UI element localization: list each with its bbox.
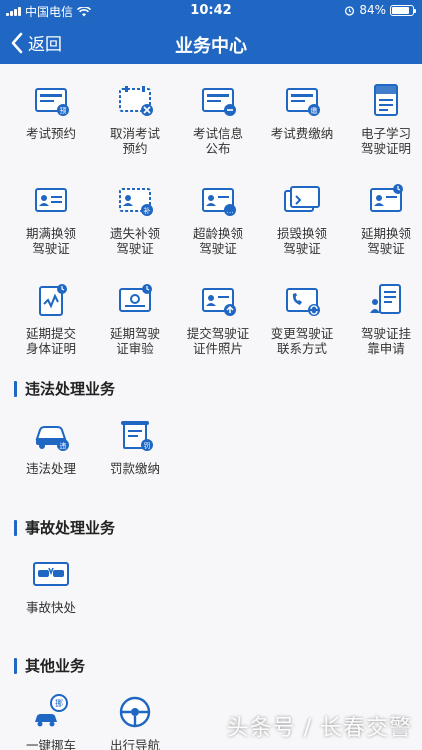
section-title-text: 违法处理业务 <box>25 380 116 398</box>
service-label: 延期换领 驾驶证 <box>360 226 411 256</box>
status-right: 84% <box>344 3 416 17</box>
exam-appointment-icon: 预 <box>35 88 69 116</box>
health-proof-icon <box>39 284 67 316</box>
service-label: 变更驾驶证 联系方式 <box>270 326 334 356</box>
service-label: 超龄换领 驾驶证 <box>192 226 243 256</box>
svg-text:预: 预 <box>60 106 67 115</box>
service-item[interactable]: 变更驾驶证 联系方式 <box>260 280 344 356</box>
service-item[interactable]: 期满换领 驾驶证 <box>9 180 93 256</box>
photo-submit-icon <box>202 288 236 316</box>
service-label: 一键挪车 <box>25 738 76 750</box>
service-label: 出行导航 <box>109 738 160 750</box>
nav-bar: 返回 业务中心 <box>0 22 422 64</box>
e-learning-icon <box>374 84 398 116</box>
service-item[interactable]: 事故快处 <box>9 554 93 615</box>
cancel-exam-icon <box>119 86 153 116</box>
section-title-text: 事故处理业务 <box>25 519 116 537</box>
service-item[interactable]: 出行导航 <box>93 692 177 750</box>
service-label: 考试信息 公布 <box>192 126 243 156</box>
svg-text:罚: 罚 <box>144 442 151 450</box>
service-label: 驾驶证挂 靠申请 <box>360 326 411 356</box>
svg-text:违: 违 <box>60 442 67 450</box>
section-title: 违法处理业务 <box>14 378 115 399</box>
service-item[interactable]: 提交驾驶证 证件照片 <box>176 280 260 356</box>
service-label: 期满换领 驾驶证 <box>25 226 76 256</box>
section-title: 其他业务 <box>14 655 85 676</box>
damaged-renew-icon <box>284 186 320 212</box>
service-label: 考试预约 <box>25 126 76 141</box>
lost-replace-icon: 补 <box>119 188 153 216</box>
service-item[interactable]: 取消考试 预约 <box>93 80 177 156</box>
service-label: 考试费缴纳 <box>270 126 334 141</box>
service-item[interactable]: 考试信息 公布 <box>176 80 260 156</box>
fine-payment-icon: 罚 <box>121 421 153 451</box>
service-label: 损毁换领 驾驶证 <box>276 226 327 256</box>
service-item[interactable]: 电子学习 驾驶证明 <box>344 80 422 156</box>
exam-fee-icon: 缴 <box>286 88 320 116</box>
svg-text:补: 补 <box>144 206 151 215</box>
expire-renew-icon <box>35 188 67 212</box>
service-label: 罚款缴纳 <box>109 461 160 476</box>
service-item[interactable]: 预考试预约 <box>9 80 93 141</box>
service-item[interactable]: 违违法处理 <box>9 415 93 476</box>
service-label: 提交驾驶证 证件照片 <box>186 326 250 356</box>
contact-change-icon <box>286 288 320 316</box>
battery-percent: 84% <box>359 3 386 17</box>
service-item[interactable]: 挪一键挪车 <box>9 692 93 750</box>
overage-renew-icon: … <box>202 188 236 216</box>
service-item[interactable]: 延期换领 驾驶证 <box>344 180 422 256</box>
watermark: 头条号 / 长春交警 <box>226 716 412 741</box>
move-car-icon: 挪 <box>35 694 68 727</box>
top-bar: 中国电信 10:42 84% 返回 业务中心 <box>0 0 422 64</box>
service-item[interactable]: 延期驾驶 证审验 <box>93 280 177 356</box>
svg-text:挪: 挪 <box>55 698 63 708</box>
service-label: 取消考试 预约 <box>109 126 160 156</box>
service-label: 电子学习 驾驶证明 <box>360 126 411 156</box>
alarm-icon <box>345 5 355 16</box>
service-item[interactable]: 延期提交 身体证明 <box>9 280 93 356</box>
service-label: 遗失补领 驾驶证 <box>109 226 160 256</box>
section-title-text: 其他业务 <box>25 657 86 675</box>
service-label: 延期驾驶 证审验 <box>109 326 160 356</box>
navigation-icon <box>119 696 151 728</box>
affiliation-icon <box>370 284 401 314</box>
service-label: 事故快处 <box>25 600 76 615</box>
section-title: 事故处理业务 <box>14 517 115 538</box>
exam-info-icon <box>202 88 236 116</box>
service-item[interactable]: 损毁换领 驾驶证 <box>260 180 344 256</box>
svg-text:缴: 缴 <box>311 106 318 115</box>
service-label: 违法处理 <box>25 461 76 476</box>
service-label: 延期提交 身体证明 <box>25 326 76 356</box>
violation-icon: 违 <box>35 426 69 451</box>
main-content: 预考试预约 取消考试 预约 考试信息 公布缴考试费缴纳 电子学习 驾驶证明 期满换领 驾… <box>0 64 422 750</box>
service-item[interactable]: 驾驶证挂 靠申请 <box>344 280 422 356</box>
service-item[interactable]: 补遗失补领 驾驶证 <box>93 180 177 256</box>
accident-icon <box>33 562 69 586</box>
service-item[interactable]: … 超龄换领 驾驶证 <box>176 180 260 256</box>
battery-icon <box>390 4 416 16</box>
svg-text:…: … <box>227 207 234 215</box>
delay-verify-icon <box>119 284 152 312</box>
service-item[interactable]: 罚罚款缴纳 <box>93 415 177 476</box>
page-title: 业务中心 <box>175 36 247 57</box>
delay-renew-icon <box>370 184 403 212</box>
status-bar: 中国电信 10:42 84% <box>0 0 422 22</box>
service-item[interactable]: 缴考试费缴纳 <box>260 80 344 141</box>
